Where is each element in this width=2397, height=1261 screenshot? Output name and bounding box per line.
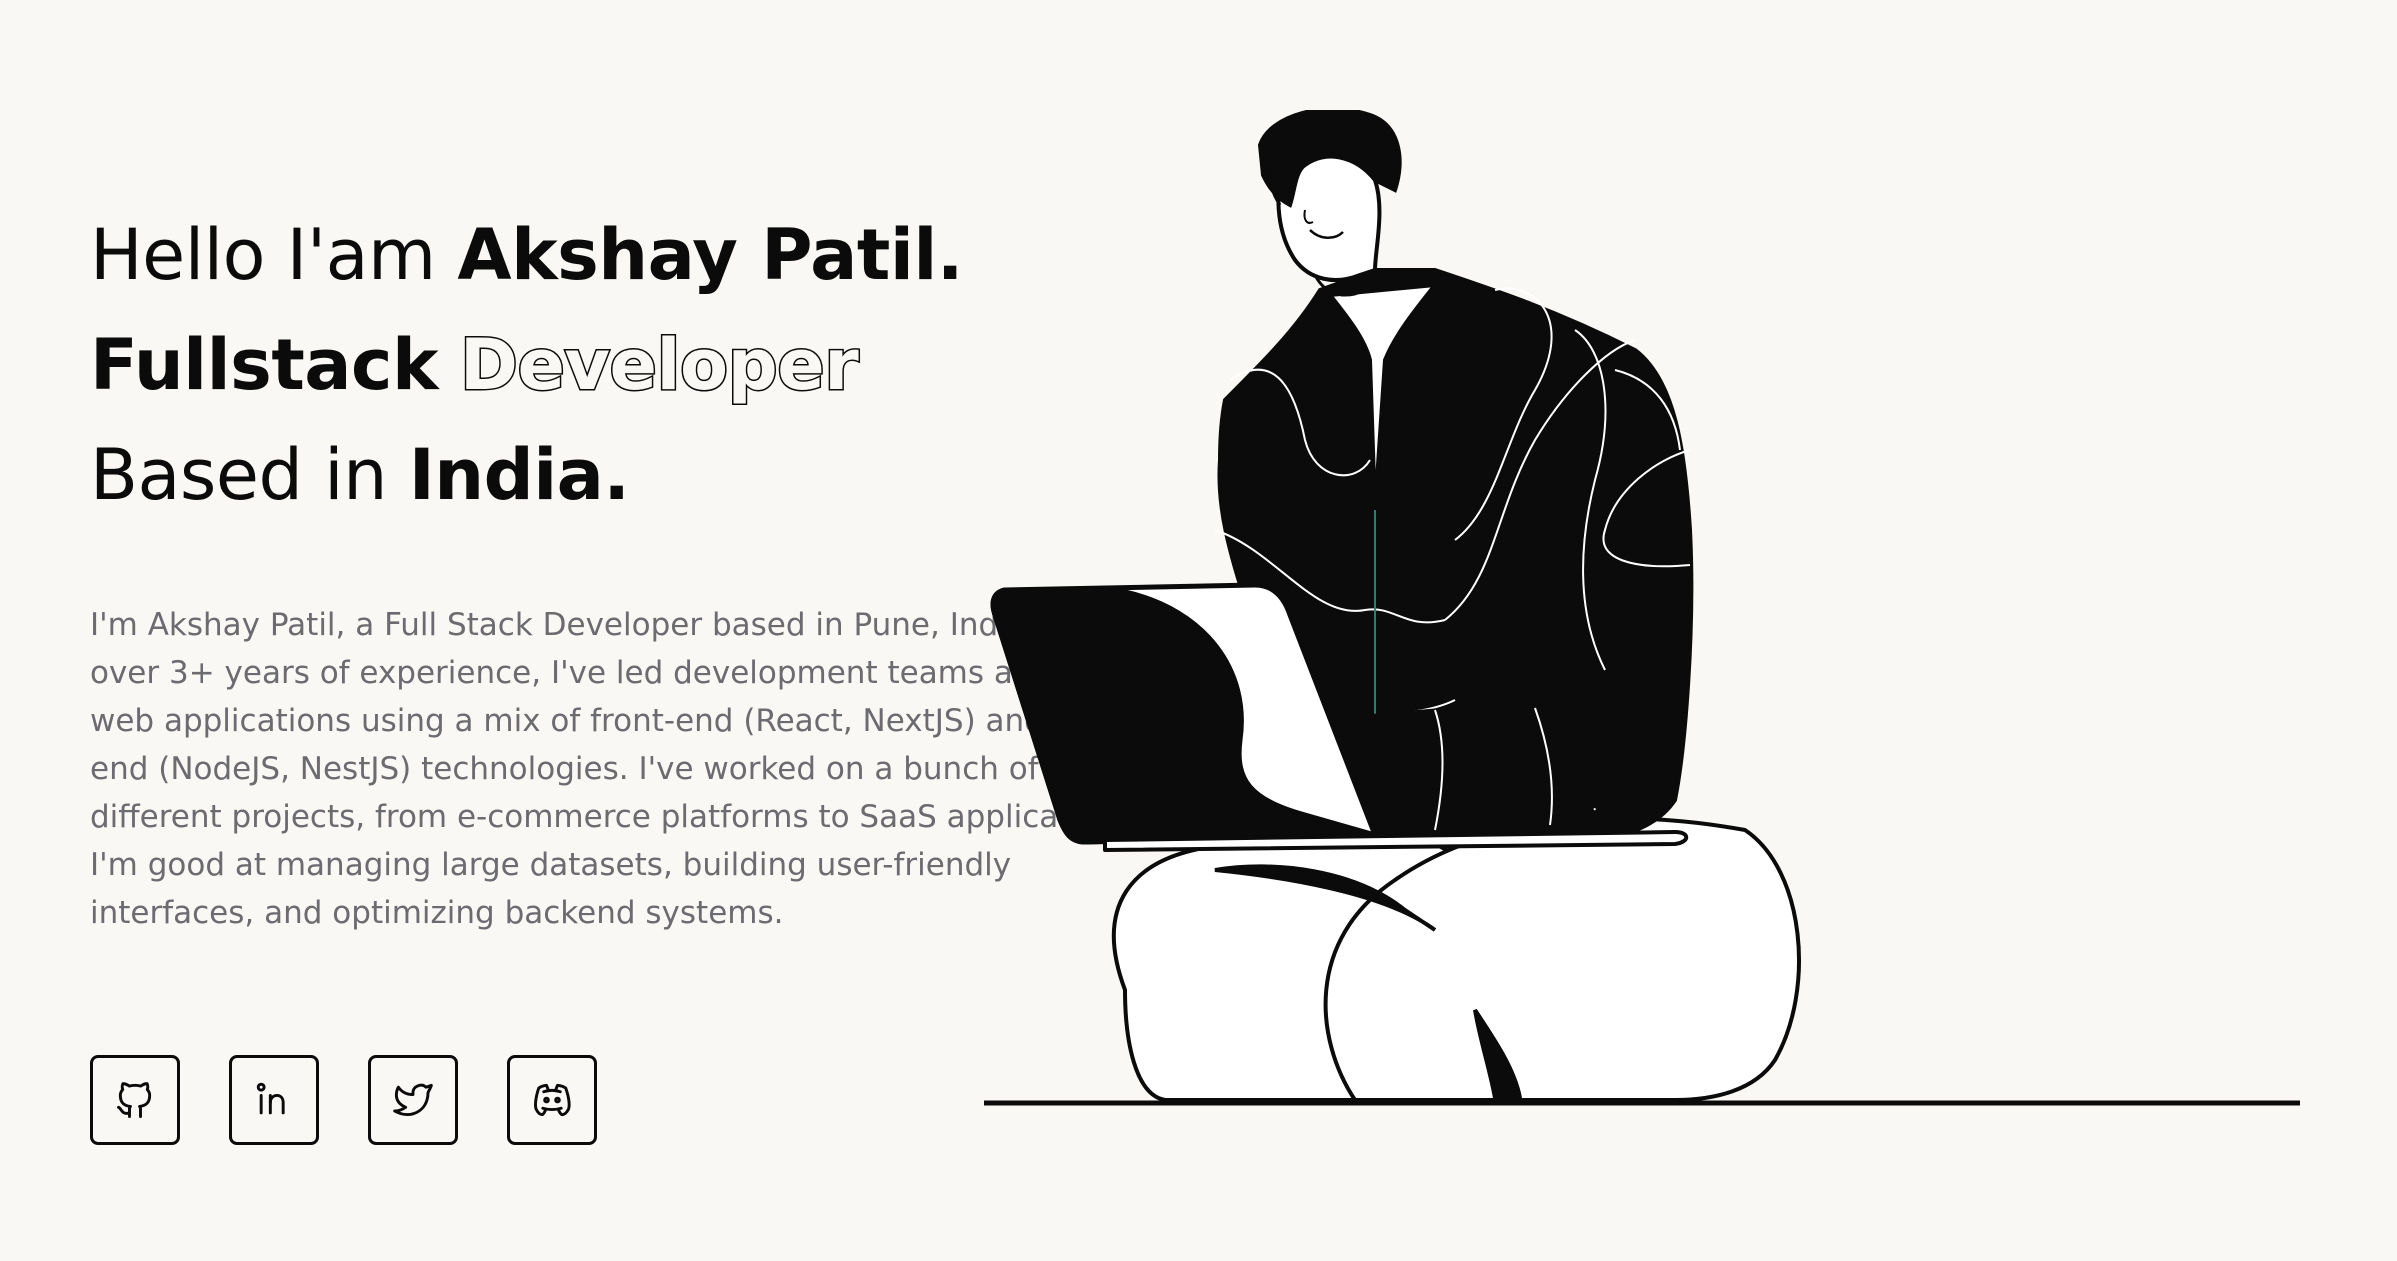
greeting-text: Hello I'am — [90, 214, 458, 296]
github-icon — [117, 1082, 152, 1118]
twitter-icon — [393, 1083, 433, 1116]
hero-section: Hello I'am Akshay Patil. Fullstack Devel… — [0, 0, 2397, 1261]
social-links — [90, 1055, 597, 1145]
role-outline-text: Developer — [458, 323, 860, 408]
laptop-badge — [1103, 668, 1143, 712]
head — [1257, 110, 1402, 297]
legs — [1111, 816, 1801, 1102]
location-prefix-text: Based in — [90, 434, 409, 516]
name-text: Akshay Patil. — [457, 214, 963, 296]
developer-illustration — [984, 110, 2300, 1106]
role-bold-text: Fullstack — [90, 324, 439, 406]
linkedin-link[interactable] — [229, 1055, 319, 1145]
discord-link[interactable] — [507, 1055, 597, 1145]
location-text: India. — [408, 434, 630, 516]
discord-icon — [534, 1083, 571, 1117]
github-link[interactable] — [90, 1055, 180, 1145]
twitter-link[interactable] — [368, 1055, 458, 1145]
linkedin-icon — [256, 1082, 285, 1115]
